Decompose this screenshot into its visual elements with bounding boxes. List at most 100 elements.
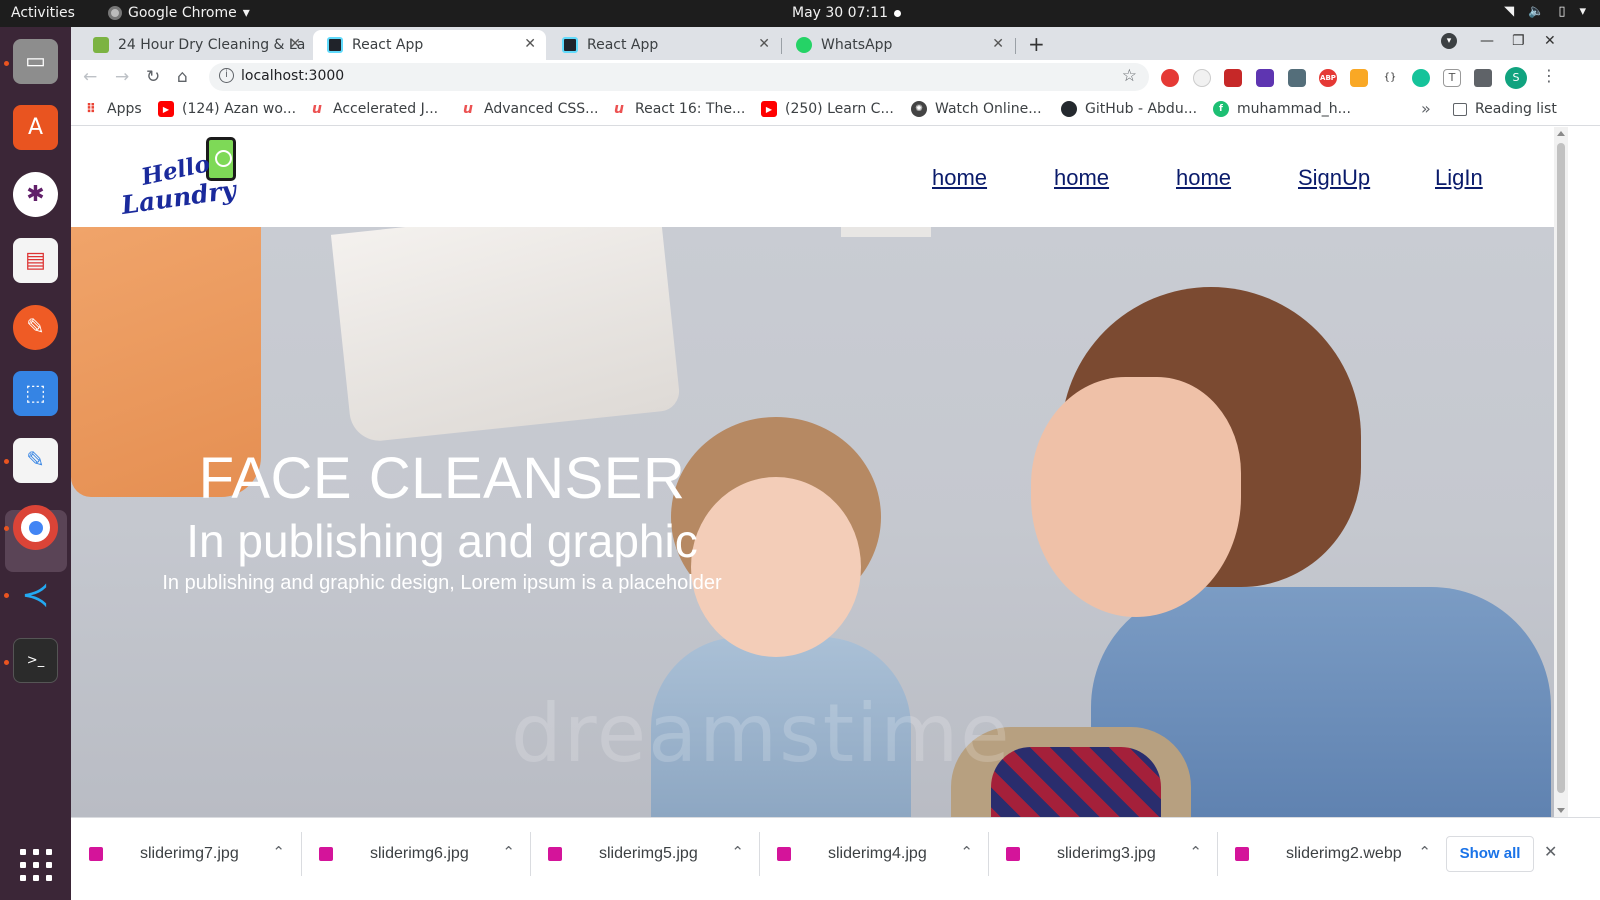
youtube-icon: ▶ xyxy=(158,101,174,117)
download-item[interactable]: sliderimg5.jpg ⌃ xyxy=(530,830,758,878)
back-arrow-icon[interactable]: ← xyxy=(83,67,97,87)
chevron-up-icon[interactable]: ⌃ xyxy=(1418,843,1431,861)
close-icon[interactable]: ✕ xyxy=(1544,842,1557,861)
bookmark-github[interactable]: GitHub - Abdu... xyxy=(1061,101,1197,117)
close-icon[interactable]: ✕ xyxy=(524,36,536,52)
download-item[interactable]: sliderimg6.jpg ⌃ xyxy=(301,830,529,878)
bookmark-label: Accelerated J... xyxy=(333,101,439,117)
nav-link-home-3[interactable]: home xyxy=(1176,165,1231,191)
chevron-up-icon[interactable]: ⌃ xyxy=(960,843,973,861)
chevron-up-icon[interactable]: ⌃ xyxy=(731,843,744,861)
bookmark-youtube-learn[interactable]: ▶ (250) Learn C... xyxy=(761,101,894,117)
download-item[interactable]: sliderimg4.jpg ⌃ xyxy=(759,830,987,878)
profile-avatar[interactable]: S xyxy=(1505,67,1527,89)
bookmark-label: React 16: The... xyxy=(635,101,746,117)
bookmark-label: Watch Online... xyxy=(935,101,1042,117)
bookmark-fiverr[interactable]: f muhammad_h... xyxy=(1213,101,1351,117)
minimize-icon[interactable]: — xyxy=(1480,33,1494,49)
vscode-icon[interactable]: ≺ xyxy=(13,572,58,617)
udemy-icon: u xyxy=(614,101,624,117)
scroll-up-icon[interactable] xyxy=(1557,131,1565,136)
close-icon[interactable]: ✕ xyxy=(992,36,1004,52)
more-menu-icon[interactable]: ⋮ xyxy=(1541,66,1557,85)
show-all-downloads-button[interactable]: Show all xyxy=(1446,836,1534,872)
address-bar[interactable]: i localhost:3000 ☆ xyxy=(209,63,1149,91)
restore-icon[interactable]: ❐ xyxy=(1512,33,1525,49)
grammarly-icon[interactable] xyxy=(1412,69,1430,87)
files-icon[interactable]: ▭ xyxy=(13,39,58,84)
tab-dry-cleaning[interactable]: 24 Hour Dry Cleaning & La ✕ xyxy=(79,30,311,60)
show-applications-icon[interactable] xyxy=(20,849,52,881)
browser-toolbar: ← → ↻ ⌂ i localhost:3000 ☆ ABP {} T S ⋮ xyxy=(71,60,1600,94)
bookmark-udemy-css[interactable]: u Advanced CSS... xyxy=(460,101,599,117)
bookmark-apps[interactable]: ⠿ Apps xyxy=(83,101,142,117)
tab-react-app[interactable]: React App ✕ xyxy=(548,30,780,60)
download-filename: sliderimg6.jpg xyxy=(370,845,469,862)
extension-yellow-icon[interactable] xyxy=(1350,69,1368,87)
notification-dot-icon xyxy=(894,10,901,17)
system-tray[interactable]: ◥ 🔈 ▯ ▾ xyxy=(1504,4,1586,19)
activities-button[interactable]: Activities xyxy=(11,5,75,21)
close-icon[interactable]: ✕ xyxy=(758,36,770,52)
extension-tool-icon[interactable] xyxy=(1288,69,1306,87)
clock[interactable]: May 30 07:11 xyxy=(792,5,888,21)
home-icon[interactable]: ⌂ xyxy=(177,67,188,87)
extensions-puzzle-icon[interactable] xyxy=(1474,69,1492,87)
extension-red-icon[interactable] xyxy=(1161,69,1179,87)
more-bookmarks-icon[interactable]: » xyxy=(1421,99,1431,118)
hero-photo-striped-fabric xyxy=(991,747,1161,817)
postman-icon[interactable]: ✎ xyxy=(13,305,58,350)
hello-laundry-logo[interactable]: Hello Laundry xyxy=(120,135,246,223)
info-icon[interactable]: i xyxy=(219,68,234,83)
forward-arrow-icon[interactable]: → xyxy=(115,67,129,87)
window-close-icon[interactable]: ✕ xyxy=(1544,33,1556,49)
download-item[interactable]: sliderimg2.webp ⌃ xyxy=(1217,830,1445,878)
json-viewer-icon[interactable]: {} xyxy=(1381,69,1399,87)
reload-icon[interactable]: ↻ xyxy=(146,67,160,87)
bookmark-udemy-react[interactable]: u React 16: The... xyxy=(611,101,745,117)
reading-list-button[interactable]: Reading list xyxy=(1453,101,1557,117)
download-shelf: sliderimg7.jpg ⌃ sliderimg6.jpg ⌃ slider… xyxy=(71,817,1600,900)
hero-subtitle: In publishing and graphic xyxy=(186,515,698,567)
close-icon[interactable]: ✕ xyxy=(289,36,301,52)
terminal-icon[interactable]: >_ xyxy=(13,638,58,683)
tab-title: WhatsApp xyxy=(821,37,893,53)
nav-link-home-1[interactable]: home xyxy=(932,165,987,191)
image-file-icon xyxy=(1006,847,1020,861)
app-menu[interactable]: Google Chrome ▾ xyxy=(108,5,250,21)
scroll-down-icon[interactable] xyxy=(1557,808,1565,813)
bookmark-youtube-azan[interactable]: ▶ (124) Azan wo... xyxy=(158,101,296,117)
chrome-icon[interactable] xyxy=(13,505,58,550)
bookmark-star-icon[interactable]: ☆ xyxy=(1122,66,1137,86)
chevron-up-icon[interactable]: ⌃ xyxy=(1189,843,1202,861)
bookmark-watch-online[interactable]: ✺ Watch Online... xyxy=(911,101,1042,117)
tab-search-icon[interactable]: ▾ xyxy=(1441,33,1457,49)
text-extension-icon[interactable]: T xyxy=(1443,69,1461,87)
tab-react-app-active[interactable]: React App ✕ xyxy=(313,30,546,60)
slack-icon[interactable]: ✱ xyxy=(13,172,58,217)
document-viewer-icon[interactable]: ▤ xyxy=(13,238,58,283)
extension-purple-icon[interactable] xyxy=(1256,69,1274,87)
scrollbar-thumb[interactable] xyxy=(1557,143,1565,793)
extension-square-icon[interactable] xyxy=(1224,69,1242,87)
nav-link-home-2[interactable]: home xyxy=(1054,165,1109,191)
chevron-up-icon[interactable]: ⌃ xyxy=(272,843,285,861)
bookmark-udemy-accelerated[interactable]: u Accelerated J... xyxy=(309,101,438,117)
new-tab-button[interactable]: + xyxy=(1028,32,1045,56)
software-center-icon[interactable]: A xyxy=(13,105,58,150)
system-top-bar: Activities Google Chrome ▾ May 30 07:11 … xyxy=(0,0,1600,27)
extension-circle-icon[interactable] xyxy=(1193,69,1211,87)
download-item[interactable]: sliderimg7.jpg ⌃ xyxy=(71,830,299,878)
bookmark-label: Advanced CSS... xyxy=(484,101,599,117)
chevron-up-icon[interactable]: ⌃ xyxy=(502,843,515,861)
text-editor-icon[interactable]: ✎ xyxy=(13,438,58,483)
download-item[interactable]: sliderimg3.jpg ⌃ xyxy=(988,830,1216,878)
screenshot-icon[interactable]: ⬚ xyxy=(13,371,58,416)
url-text[interactable]: localhost:3000 xyxy=(241,68,344,84)
adblock-icon[interactable]: ABP xyxy=(1319,69,1337,87)
page-scrollbar[interactable] xyxy=(1554,127,1568,817)
chrome-icon xyxy=(108,6,122,20)
tab-whatsapp[interactable]: WhatsApp ✕ xyxy=(782,30,1014,60)
nav-link-signup[interactable]: SignUp xyxy=(1298,165,1370,191)
nav-link-login[interactable]: LigIn xyxy=(1435,165,1483,191)
